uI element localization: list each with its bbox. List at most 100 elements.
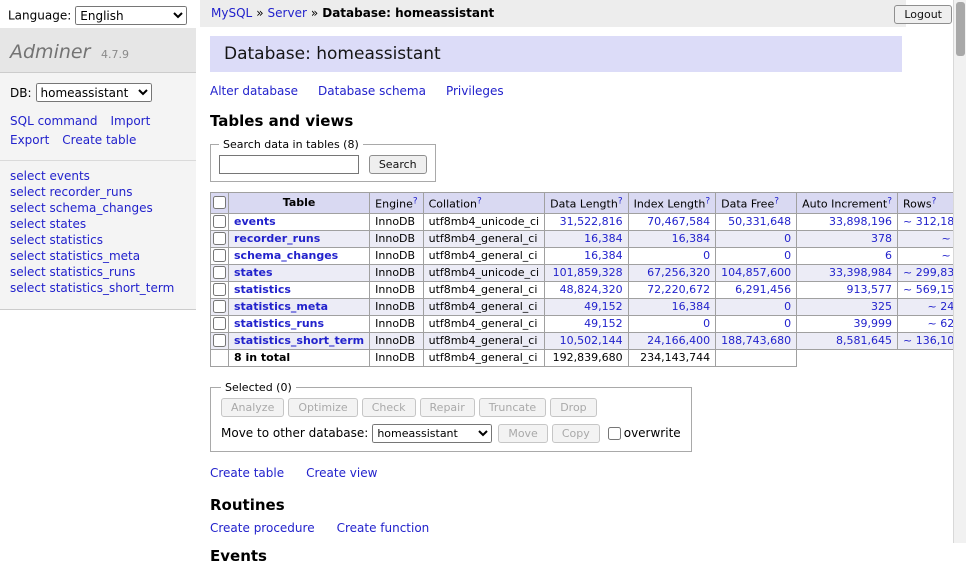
language-select[interactable]: English [75, 6, 187, 25]
routine-links: Create procedure Create function [210, 521, 902, 535]
row-checkbox-states[interactable] [213, 266, 226, 279]
index-length-link[interactable]: 70,467,584 [647, 215, 710, 228]
db-select[interactable]: homeassistant [36, 83, 152, 102]
index-length-link[interactable]: 16,384 [672, 300, 711, 313]
button-check: Check [362, 398, 416, 417]
search-button[interactable]: Search [369, 155, 427, 174]
data-length-link[interactable]: 16,384 [584, 249, 623, 262]
breadcrumb-server[interactable]: Server [268, 6, 307, 20]
sidebar-link-import[interactable]: Import [110, 114, 150, 128]
sidebar-item-select-events[interactable]: select events [10, 169, 186, 184]
cell-data-length: 16,384 [545, 247, 628, 264]
row-checkbox-schema-changes[interactable] [213, 249, 226, 262]
data-free-link[interactable]: 104,857,600 [721, 266, 791, 279]
table-link-statistics-short-term[interactable]: statistics_short_term [234, 334, 364, 347]
table-link-schema-changes[interactable]: schema_changes [234, 249, 338, 262]
data-length-link[interactable]: 31,522,816 [560, 215, 623, 228]
row-checkbox-statistics[interactable] [213, 283, 226, 296]
sidebar-item-select-statistics-runs[interactable]: select statistics_runs [10, 265, 186, 280]
auto-increment-link[interactable]: 913,577 [847, 283, 893, 296]
table-link-events[interactable]: events [234, 215, 276, 228]
table-link-states[interactable]: states [234, 266, 273, 279]
total-collation: utf8mb4_general_ci [423, 349, 544, 366]
data-free-link[interactable]: 0 [784, 300, 791, 313]
select-all-checkbox[interactable] [213, 196, 226, 209]
scrollbar-thumb[interactable] [956, 2, 965, 56]
auto-increment-link[interactable]: 33,898,196 [829, 215, 892, 228]
sidebar-item-select-statistics-meta[interactable]: select statistics_meta [10, 249, 186, 264]
index-length-link[interactable]: 24,166,400 [647, 334, 710, 347]
sidebar-item-select-statistics-short-term[interactable]: select statistics_short_term [10, 281, 186, 296]
column-hint-link-auto-increment[interactable]: ? [887, 198, 892, 211]
row-checkbox-statistics-short-term[interactable] [213, 334, 226, 347]
row-checkbox-statistics-meta[interactable] [213, 300, 226, 313]
row-checkbox-cell [211, 230, 229, 247]
data-free-link[interactable]: 188,743,680 [721, 334, 791, 347]
index-length-link[interactable]: 67,256,320 [647, 266, 710, 279]
auto-increment-link[interactable]: 325 [871, 300, 892, 313]
link-create-function[interactable]: Create function [337, 521, 430, 535]
data-length-link[interactable]: 48,824,320 [560, 283, 623, 296]
logout-button[interactable]: Logout [894, 5, 952, 24]
breadcrumb: MySQL»Server»Database: homeassistant [200, 0, 906, 27]
table-link-recorder-runs[interactable]: recorder_runs [234, 232, 320, 245]
button-repair: Repair [420, 398, 475, 417]
data-length-link[interactable]: 101,859,328 [553, 266, 623, 279]
index-length-link[interactable]: 16,384 [672, 232, 711, 245]
link-database-schema[interactable]: Database schema [318, 84, 426, 98]
cell-engine: InnoDB [370, 281, 423, 298]
auto-increment-link[interactable]: 8,581,645 [836, 334, 892, 347]
data-free-link[interactable]: 0 [784, 249, 791, 262]
column-hint-link-data-free[interactable]: ? [774, 198, 779, 211]
data-length-link[interactable]: 10,502,144 [560, 334, 623, 347]
index-length-link[interactable]: 0 [703, 317, 710, 330]
auto-increment-link[interactable]: 378 [871, 232, 892, 245]
table-link-statistics-meta[interactable]: statistics_meta [234, 300, 328, 313]
link-create-table[interactable]: Create table [210, 466, 284, 480]
sidebar-item-select-recorder-runs[interactable]: select recorder_runs [10, 185, 186, 200]
auto-increment-link[interactable]: 33,398,984 [829, 266, 892, 279]
auto-increment-link[interactable]: 6 [885, 249, 892, 262]
row-checkbox-recorder-runs[interactable] [213, 232, 226, 245]
column-label: Collation [429, 198, 477, 211]
cell-table-name: statistics [229, 281, 370, 298]
table-link-statistics[interactable]: statistics [234, 283, 291, 296]
data-free-link[interactable]: 50,331,648 [728, 215, 791, 228]
column-hint-link-engine[interactable]: ? [413, 198, 418, 211]
move-database-select[interactable]: homeassistant [372, 424, 492, 443]
auto-increment-link[interactable]: 39,999 [854, 317, 893, 330]
link-create-view[interactable]: Create view [306, 466, 377, 480]
cell-data-free: 188,743,680 [716, 332, 797, 349]
column-hint-link-rows[interactable]: ? [932, 198, 937, 211]
row-checkbox-events[interactable] [213, 215, 226, 228]
column-hint-link-collation[interactable]: ? [477, 198, 482, 211]
search-input[interactable] [219, 155, 359, 174]
cell-auto-increment: 33,398,984 [797, 264, 898, 281]
sidebar-item-select-states[interactable]: select states [10, 217, 186, 232]
sidebar-link-sql-command[interactable]: SQL command [10, 114, 97, 128]
column-hint-link-data-length[interactable]: ? [618, 198, 623, 211]
vertical-scrollbar[interactable] [953, 0, 966, 543]
index-length-link[interactable]: 0 [703, 249, 710, 262]
column-hint-link-index-length[interactable]: ? [705, 198, 710, 211]
sidebar-link-create-table[interactable]: Create table [62, 133, 136, 147]
sidebar-link-export[interactable]: Export [10, 133, 49, 147]
overwrite-checkbox[interactable] [608, 427, 621, 440]
breadcrumb-mysql[interactable]: MySQL [211, 6, 252, 20]
link-alter-database[interactable]: Alter database [210, 84, 298, 98]
sidebar-item-select-schema-changes[interactable]: select schema_changes [10, 201, 186, 216]
data-free-link[interactable]: 6,291,456 [735, 283, 791, 296]
data-length-link[interactable]: 16,384 [584, 232, 623, 245]
data-length-link[interactable]: 49,152 [584, 317, 623, 330]
link-privileges[interactable]: Privileges [446, 84, 504, 98]
data-free-link[interactable]: 0 [784, 232, 791, 245]
sidebar-item-select-statistics[interactable]: select statistics [10, 233, 186, 248]
total-index-length: 234,143,744 [628, 349, 716, 366]
table-link-statistics-runs[interactable]: statistics_runs [234, 317, 324, 330]
row-checkbox-statistics-runs[interactable] [213, 317, 226, 330]
link-create-procedure[interactable]: Create procedure [210, 521, 315, 535]
data-free-link[interactable]: 0 [784, 317, 791, 330]
move-label: Move to other database: [221, 426, 368, 440]
index-length-link[interactable]: 72,220,672 [647, 283, 710, 296]
data-length-link[interactable]: 49,152 [584, 300, 623, 313]
